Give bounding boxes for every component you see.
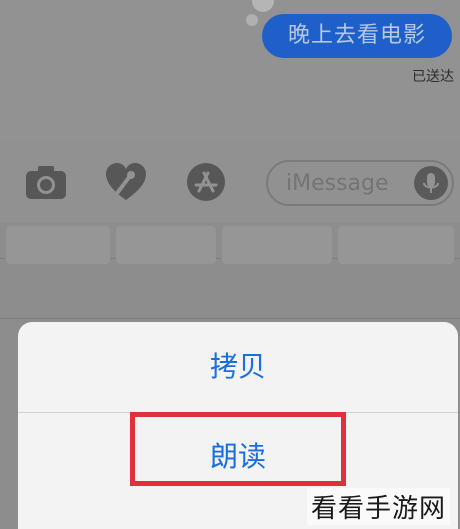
bubble-decoration-dot (252, 0, 274, 12)
imessage-input[interactable]: iMessage (266, 160, 454, 206)
microphone-button[interactable] (414, 166, 448, 200)
conversation-area: 晚上去看电影 已送达 (0, 0, 460, 140)
bubble-decoration-dot (246, 14, 258, 26)
camera-icon[interactable] (24, 162, 68, 202)
digital-touch-heart-icon[interactable] (104, 162, 148, 202)
imessage-placeholder: iMessage (286, 171, 389, 196)
sent-message-bubble[interactable]: 晚上去看电影 (262, 14, 452, 58)
keyboard-divider (0, 318, 460, 319)
annotation-highlight-box (130, 412, 346, 486)
delivered-status: 已送达 (412, 69, 454, 85)
app-store-icon[interactable] (184, 162, 228, 202)
site-watermark: 看看手游网 (306, 488, 450, 525)
keyboard-key (222, 226, 332, 264)
message-input-toolbar: iMessage (0, 140, 460, 222)
microphone-icon (423, 173, 439, 193)
copy-option[interactable]: 拷贝 (18, 322, 458, 412)
keyboard-key (6, 226, 110, 264)
keyboard-key (116, 226, 216, 264)
keyboard-key (338, 226, 454, 264)
